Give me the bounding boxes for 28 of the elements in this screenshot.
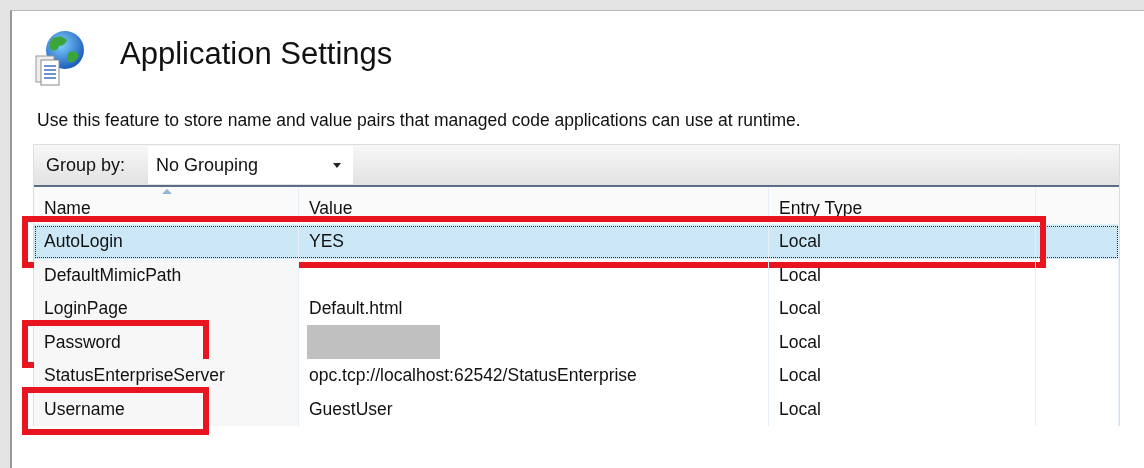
table-cell: Local xyxy=(769,325,1036,359)
group-by-label: Group by: xyxy=(46,154,127,176)
table-row[interactable]: DefaultMimicPath Local xyxy=(34,258,1119,292)
column-header[interactable]: Entry Type xyxy=(769,187,1036,224)
table-cell: Local xyxy=(769,225,1036,259)
page-description: Use this feature to store name and value pairs that managed code applications can use at runtime. xyxy=(37,110,802,131)
table-cell: Local xyxy=(769,292,1036,326)
table-cell: YES xyxy=(299,225,769,259)
table-row[interactable]: LoginPage Default.html Local xyxy=(34,292,1119,326)
selected-row[interactable]: AutoLogin YES Local xyxy=(34,225,1119,259)
table-cell: opc.tcp://localhost:62542/StatusEnterprise xyxy=(299,359,769,393)
column-header[interactable]: Name xyxy=(34,187,299,224)
table-cell: Username xyxy=(34,392,299,426)
globe-document-icon xyxy=(33,30,87,86)
table-cell: Local xyxy=(769,392,1036,426)
table-row[interactable]: StatusEnterpriseServer opc.tcp://localhost:62542/StatusEnterprise Local xyxy=(34,359,1119,393)
caret-icon xyxy=(333,162,341,168)
table-row[interactable]: Username GuestUser Local xyxy=(34,392,1119,426)
table-cell: AutoLogin xyxy=(34,225,299,259)
table-cell: DefaultMimicPath xyxy=(34,258,299,292)
column-header[interactable]: Value xyxy=(299,187,769,224)
table-cell: Local xyxy=(769,359,1036,393)
table-row[interactable]: Password Local xyxy=(34,325,1119,359)
table-cell: Local xyxy=(769,258,1036,292)
table-cell: GuestUser xyxy=(299,392,769,426)
page-title: Application Settings xyxy=(120,36,393,72)
table-cell: Password xyxy=(34,325,299,359)
group-by-dropdown[interactable]: No Grouping xyxy=(148,146,353,184)
